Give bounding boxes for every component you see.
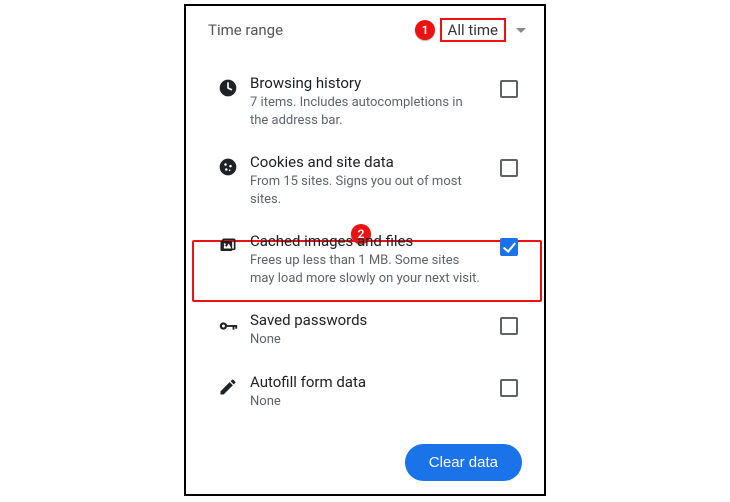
image-stack-icon <box>218 236 238 256</box>
cookie-icon <box>218 157 238 177</box>
pencil-icon <box>218 377 238 397</box>
item-desc: Frees up less than 1 MB. Some sites may … <box>250 252 484 287</box>
item-title: Cookies and site data <box>250 153 484 171</box>
item-desc: From 15 sites. Signs you out of most sit… <box>250 173 484 208</box>
clock-icon <box>218 78 238 98</box>
item-desc: 7 items. Includes autocompletions in the… <box>250 94 484 129</box>
time-range-value: All time <box>440 18 506 42</box>
item-title: Cached images and files <box>250 232 484 250</box>
item-title: Saved passwords <box>250 311 484 329</box>
checkbox-autofill[interactable] <box>500 379 518 397</box>
list-item-cookies[interactable]: Cookies and site data From 15 sites. Sig… <box>186 141 544 220</box>
checkbox-cookies[interactable] <box>500 159 518 177</box>
time-range-row: Time range All time <box>186 6 544 52</box>
item-desc: None <box>250 331 484 349</box>
key-icon <box>217 315 239 337</box>
item-title: Browsing history <box>250 74 484 92</box>
checkbox-passwords[interactable] <box>500 317 518 335</box>
checkbox-cached[interactable] <box>500 238 518 256</box>
checkbox-browsing-history[interactable] <box>500 80 518 98</box>
list-item-cached[interactable]: Cached images and files Frees up less th… <box>186 220 544 299</box>
list-item-autofill[interactable]: Autofill form data None <box>186 361 544 423</box>
item-title: Autofill form data <box>250 373 484 391</box>
annotation-badge-1: 1 <box>415 20 435 40</box>
clear-data-button[interactable]: Clear data <box>405 444 522 481</box>
item-desc: None <box>250 393 484 411</box>
clear-browsing-data-dialog: Time range All time 1 2 3 Browsing histo… <box>184 4 546 496</box>
list-item-browsing-history[interactable]: Browsing history 7 items. Includes autoc… <box>186 62 544 141</box>
dialog-footer: Clear data <box>186 430 544 494</box>
time-range-select[interactable]: All time <box>440 18 526 42</box>
chevron-down-icon <box>516 28 526 33</box>
list-item-passwords[interactable]: Saved passwords None <box>186 299 544 361</box>
options-list: Browsing history 7 items. Includes autoc… <box>186 52 544 422</box>
time-range-label: Time range <box>208 21 440 39</box>
